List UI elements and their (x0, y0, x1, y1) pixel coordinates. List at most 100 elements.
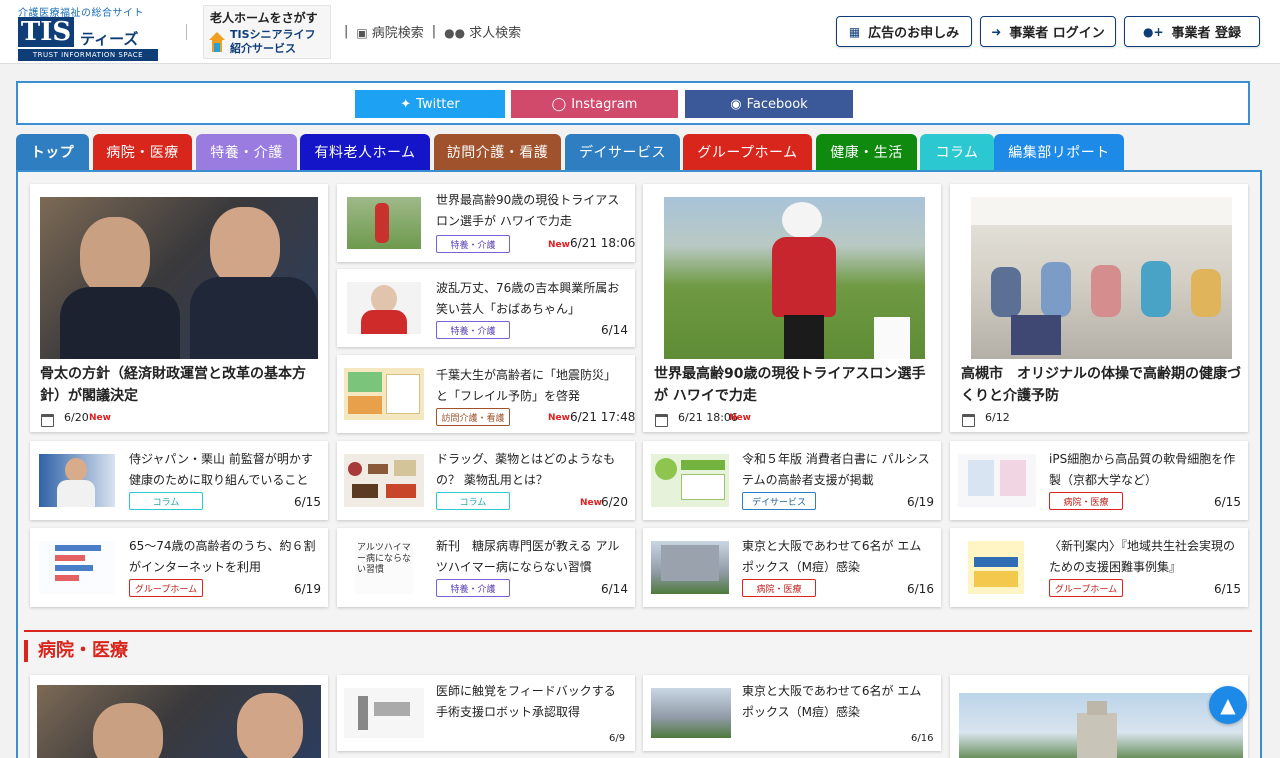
article-thumbnail (958, 454, 1036, 507)
article-thumbnail (971, 197, 1232, 359)
new-label: New (548, 413, 570, 423)
users-icon: ●● (444, 26, 466, 40)
category-badge[interactable]: 訪問介護・看護 (436, 408, 510, 426)
site-header: 介護医療福祉の総合サイト TIS ティーズ TRUST INFORMATION … (0, 0, 1280, 64)
article-card[interactable]: ドラッグ、薬物とはどのようなもの？ 薬物乱用とは？ コラム New 6/20 (337, 441, 635, 520)
article-thumbnail (344, 368, 424, 420)
business-register-button[interactable]: ●+ 事業者 登録 (1124, 16, 1260, 47)
tab-home-visit[interactable]: 訪問介護・看護 (434, 134, 561, 170)
category-badge[interactable]: 特養・介護 (436, 321, 510, 339)
instagram-button[interactable]: ◯ Instagram (511, 90, 678, 118)
tab-group-home[interactable]: グループホーム (683, 134, 812, 170)
tab-health[interactable]: 健康・生活 (816, 134, 917, 170)
new-label: New (548, 240, 570, 250)
category-badge[interactable]: 病院・医療 (1049, 492, 1123, 510)
tab-column[interactable]: コラム (920, 134, 994, 170)
article-date: 6/15 (1214, 582, 1241, 596)
header-nav: | ▣ 病院検索 | ●● 求人検索 (344, 22, 521, 41)
article-thumbnail (344, 688, 424, 738)
article-card[interactable]: 65～74歳の高齢者のうち、約６割がインターネットを利用 グループホーム 6/1… (30, 528, 328, 607)
featured-card[interactable]: 世界最高齢90歳の現役トライアスロン選手が ハワイで力走 6/21 18:06 … (643, 184, 941, 432)
article-thumbnail (39, 454, 115, 507)
tab-day-service[interactable]: デイサービス (565, 134, 680, 170)
article-card[interactable]: 侍ジャパン・栗山 前監督が明かす健康のために取り組んでいること コラム 6/15 (30, 441, 328, 520)
article-date: 6/15 (1214, 495, 1241, 509)
article-thumbnail (347, 197, 421, 249)
logo-kana: ティーズ (80, 30, 139, 48)
tab-nursing[interactable]: 特養・介護 (196, 134, 297, 170)
section-heading: 病院・医療 (24, 640, 128, 662)
ad-icon: ▦ (848, 24, 861, 39)
sign-in-icon: ➜ (991, 24, 1002, 39)
site-logo[interactable]: 介護医療福祉の総合サイト TIS ティーズ TRUST INFORMATION … (18, 4, 158, 61)
facebook-button[interactable]: ◉ Facebook (685, 90, 853, 118)
ad-apply-button[interactable]: ▦ 広告のお申しみ (836, 16, 972, 47)
article-thumbnail (344, 454, 424, 507)
article-thumbnail (651, 541, 729, 594)
banner-heading: 老人ホームをさがす (210, 11, 318, 25)
article-title: 骨太の方針（経済財政運営と改革の基本方針）が閣議決定 (40, 366, 306, 404)
hospital-search-link[interactable]: ▣ 病院検索 (356, 22, 423, 41)
article-title: ドラッグ、薬物とはどのようなもの？ 薬物乱用とは？ (436, 452, 616, 487)
article-date: 6/19 (294, 582, 321, 596)
scroll-to-top-button[interactable]: ▲ (1209, 686, 1247, 724)
tab-top[interactable]: トップ (16, 134, 89, 170)
category-badge[interactable]: 病院・医療 (742, 579, 816, 597)
senior-life-banner[interactable]: 老人ホームをさがす TISシニアライフ 紹介サービス (203, 5, 331, 59)
tab-editorial-report[interactable]: 編集部リポート (994, 134, 1124, 170)
article-thumbnail (347, 282, 421, 334)
new-label: New (580, 498, 602, 508)
article-title: 侍ジャパン・栗山 前監督が明かす健康のために取り組んでいること (129, 452, 313, 487)
article-title: 新刊 糖尿病専門医が教える アルツハイマー病にならない習慣 (436, 539, 620, 574)
logo-subtitle: TRUST INFORMATION SPACE (18, 49, 158, 61)
article-card[interactable]: 東京と大阪であわせて6名が エムポックス（M痘）感染 病院・医療 6/16 (643, 528, 941, 607)
new-label: New (729, 413, 751, 423)
article-card[interactable]: 〈新刊案内〉『地域共生社会実現のための支援困難事例集』 グループホーム 6/15 (950, 528, 1248, 607)
section-divider (24, 630, 1252, 632)
user-plus-icon: ●+ (1142, 24, 1164, 39)
camera-icon: ▣ (356, 26, 368, 40)
calendar-icon (41, 414, 54, 427)
article-card[interactable]: iPS細胞から高品質の軟骨細胞を作製（京都大学など） 病院・医療 6/15 (950, 441, 1248, 520)
house-icon (209, 32, 225, 52)
article-card[interactable]: アルツハイマー病にならない習慣 新刊 糖尿病専門医が教える アルツハイマー病にな… (337, 528, 635, 607)
article-card[interactable]: 令和５年版 消費者白書に パルシステムの高齢者支援が掲載 デイサービス 6/19 (643, 441, 941, 520)
article-card[interactable]: 東京と大阪であわせて6名が エムポックス（M痘）感染 6/16 (643, 675, 941, 751)
article-date: 6/19 (907, 495, 934, 509)
article-title: 波乱万丈、76歳の吉本興業所属お笑い芸人「おばあちゃん」 (436, 281, 620, 316)
article-title: 世界最高齢90歳の現役トライアスロン選手が ハワイで力走 (654, 366, 926, 404)
book-cover-text: アルツハイマー病にならない習慣 (357, 543, 412, 575)
category-badge[interactable]: グループホーム (1049, 579, 1123, 597)
tab-hospital[interactable]: 病院・医療 (93, 134, 192, 170)
calendar-icon (962, 414, 975, 427)
article-card[interactable]: 世界最高齢90歳の現役トライアスロン選手が ハワイで力走 特養・介護 New 6… (337, 184, 635, 262)
featured-card[interactable]: 高槻市 オリジナルの体操で高齢期の健康づくりと介護予防 6/12 (950, 184, 1248, 432)
featured-card[interactable] (30, 675, 328, 758)
featured-card[interactable]: 骨太の方針（経済財政運営と改革の基本方針）が閣議決定 6/20 New (30, 184, 328, 432)
article-thumbnail (651, 688, 731, 738)
social-bar: ✦ Twitter ◯ Instagram ◉ Facebook (16, 81, 1250, 125)
category-badge[interactable]: 特養・介護 (436, 579, 510, 597)
article-thumbnail (39, 541, 115, 594)
article-title: 医師に触覚をフィードバックする手術支援ロボット承認取得 (436, 684, 616, 719)
category-badge[interactable]: コラム (436, 492, 510, 510)
article-card[interactable]: 医師に触覚をフィードバックする手術支援ロボット承認取得 6/9 (337, 675, 635, 751)
article-thumbnail (40, 197, 318, 359)
nav-separator: | (344, 24, 349, 39)
tab-private-home[interactable]: 有料老人ホーム (300, 134, 430, 170)
featured-card[interactable] (950, 675, 1248, 758)
article-card[interactable]: 波乱万丈、76歳の吉本興業所属お笑い芸人「おばあちゃん」 特養・介護 6/14 (337, 269, 635, 347)
article-thumbnail (37, 685, 321, 758)
category-badge[interactable]: デイサービス (742, 492, 816, 510)
article-thumbnail: アルツハイマー病にならない習慣 (355, 541, 413, 594)
logo-mark: TIS (18, 17, 74, 47)
business-login-button[interactable]: ➜ 事業者 ログイン (980, 16, 1116, 47)
twitter-button[interactable]: ✦ Twitter (355, 90, 505, 118)
category-badge[interactable]: コラム (129, 492, 203, 510)
article-date: 6/16 (911, 733, 934, 744)
category-badge[interactable]: 特養・介護 (436, 235, 510, 253)
job-search-link[interactable]: ●● 求人検索 (444, 22, 521, 41)
category-badge[interactable]: グループホーム (129, 579, 203, 597)
article-card[interactable]: 千葉大生が高齢者に「地震防災」と「フレイル予防」を啓発 訪問介護・看護 New … (337, 355, 635, 433)
article-date: 6/12 (985, 411, 1010, 424)
